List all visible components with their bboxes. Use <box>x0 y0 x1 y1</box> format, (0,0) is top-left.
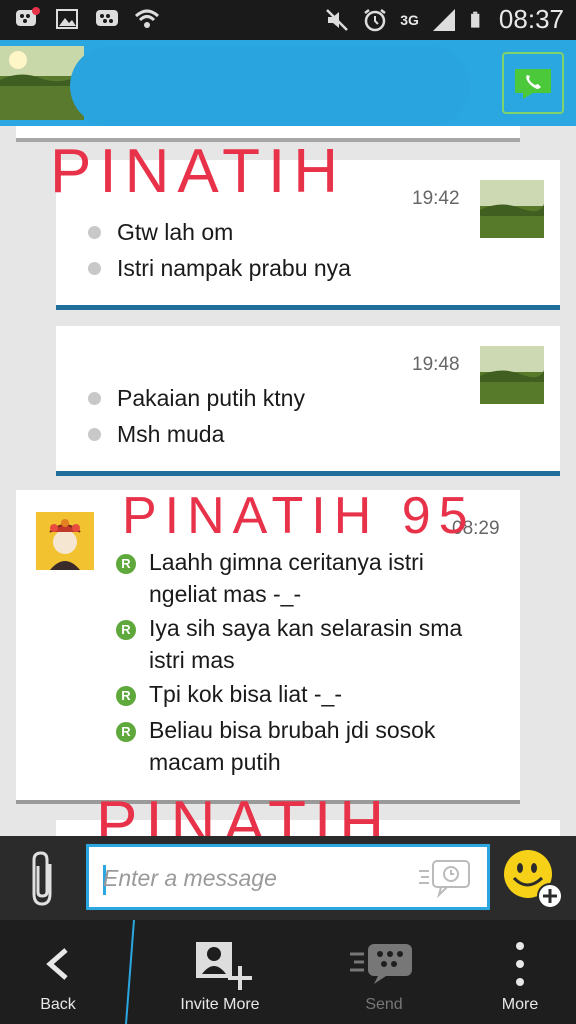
message-line: Laahh gimna ceritanya istri <box>149 549 424 575</box>
gallery-icon <box>56 9 78 29</box>
back-button[interactable]: Back <box>0 920 116 1024</box>
send-label: Send <box>365 996 403 1013</box>
message-line: Istri nampak prabu nya <box>117 255 351 281</box>
handwritten-watermark: PINATIH 95 <box>122 487 476 545</box>
invite-more-label: Invite More <box>180 996 260 1013</box>
send-button[interactable]: Send <box>334 920 434 1024</box>
chevron-left-icon <box>46 948 68 980</box>
bottom-action-bar: Back Invite More Send More <box>0 920 576 1024</box>
bbm-send-icon <box>350 944 412 984</box>
bullet <box>88 262 101 275</box>
wifi-icon <box>134 9 160 28</box>
message-line: macam putih <box>149 749 281 775</box>
message-input[interactable]: Enter a message <box>86 844 490 910</box>
overflow-menu-icon <box>516 942 524 986</box>
add-contact-icon <box>196 942 252 990</box>
alarm-icon <box>364 8 386 31</box>
message-line: Tpi kok bisa liat -_- <box>149 681 343 707</box>
sender-thumbnail <box>480 346 544 404</box>
network-type: 3G <box>400 11 419 28</box>
read-receipt-icon: R <box>116 686 136 706</box>
read-receipt-icon: R <box>116 620 136 640</box>
clock: 08:37 <box>498 4 564 34</box>
message-time: 19:42 <box>412 188 460 209</box>
message-line: istri mas <box>149 647 235 673</box>
contact-avatar-small <box>36 512 94 570</box>
nav-divider <box>125 920 135 1024</box>
paperclip-icon[interactable] <box>26 848 60 910</box>
call-button[interactable] <box>502 52 564 114</box>
invite-more-button[interactable]: Invite More <box>150 920 290 1024</box>
message-input-placeholder: Enter a message <box>103 865 277 891</box>
mute-icon <box>326 8 349 31</box>
message-line: Gtw lah om <box>117 219 234 245</box>
bullet <box>88 392 101 405</box>
chat-area[interactable]: 19:42 Gtw lah om Istri nampak prabu nya … <box>0 126 576 836</box>
more-label: More <box>501 996 539 1013</box>
phone-call-icon <box>515 69 551 99</box>
voice-note-icon[interactable] <box>417 857 473 899</box>
handwritten-watermark: PINATIH <box>50 137 346 206</box>
message-line: Iya sih saya kan selarasin sma <box>149 615 463 641</box>
chat-header <box>0 40 576 126</box>
read-receipt-icon: R <box>116 722 136 742</box>
bbm-icon <box>96 10 118 26</box>
message-line: Msh muda <box>117 421 225 447</box>
status-bar: 3G 08:37 <box>0 0 576 40</box>
battery-icon <box>470 11 480 28</box>
bullet <box>88 226 101 239</box>
message-line: Pakaian putih ktny <box>117 385 305 411</box>
message-time: 19:48 <box>412 354 460 375</box>
signal-icon <box>432 8 455 31</box>
handwritten-watermark: PINATIH <box>96 789 392 836</box>
bbm-notification-icon <box>16 7 40 26</box>
message-line: Beliau bisa brubah jdi sosok <box>149 717 436 743</box>
bullet <box>88 428 101 441</box>
message-composer: Enter a message <box>0 836 576 920</box>
smiley-add-icon[interactable] <box>502 848 564 910</box>
read-receipt-icon: R <box>116 554 136 574</box>
message-bubble-outgoing[interactable]: 19:48 Pakaian putih ktny Msh muda <box>56 326 560 476</box>
redacted-contact-name <box>70 46 470 126</box>
more-button[interactable]: More <box>470 920 570 1024</box>
sender-thumbnail <box>480 180 544 238</box>
back-label: Back <box>40 996 76 1013</box>
message-line: ngeliat mas -_- <box>149 581 302 607</box>
